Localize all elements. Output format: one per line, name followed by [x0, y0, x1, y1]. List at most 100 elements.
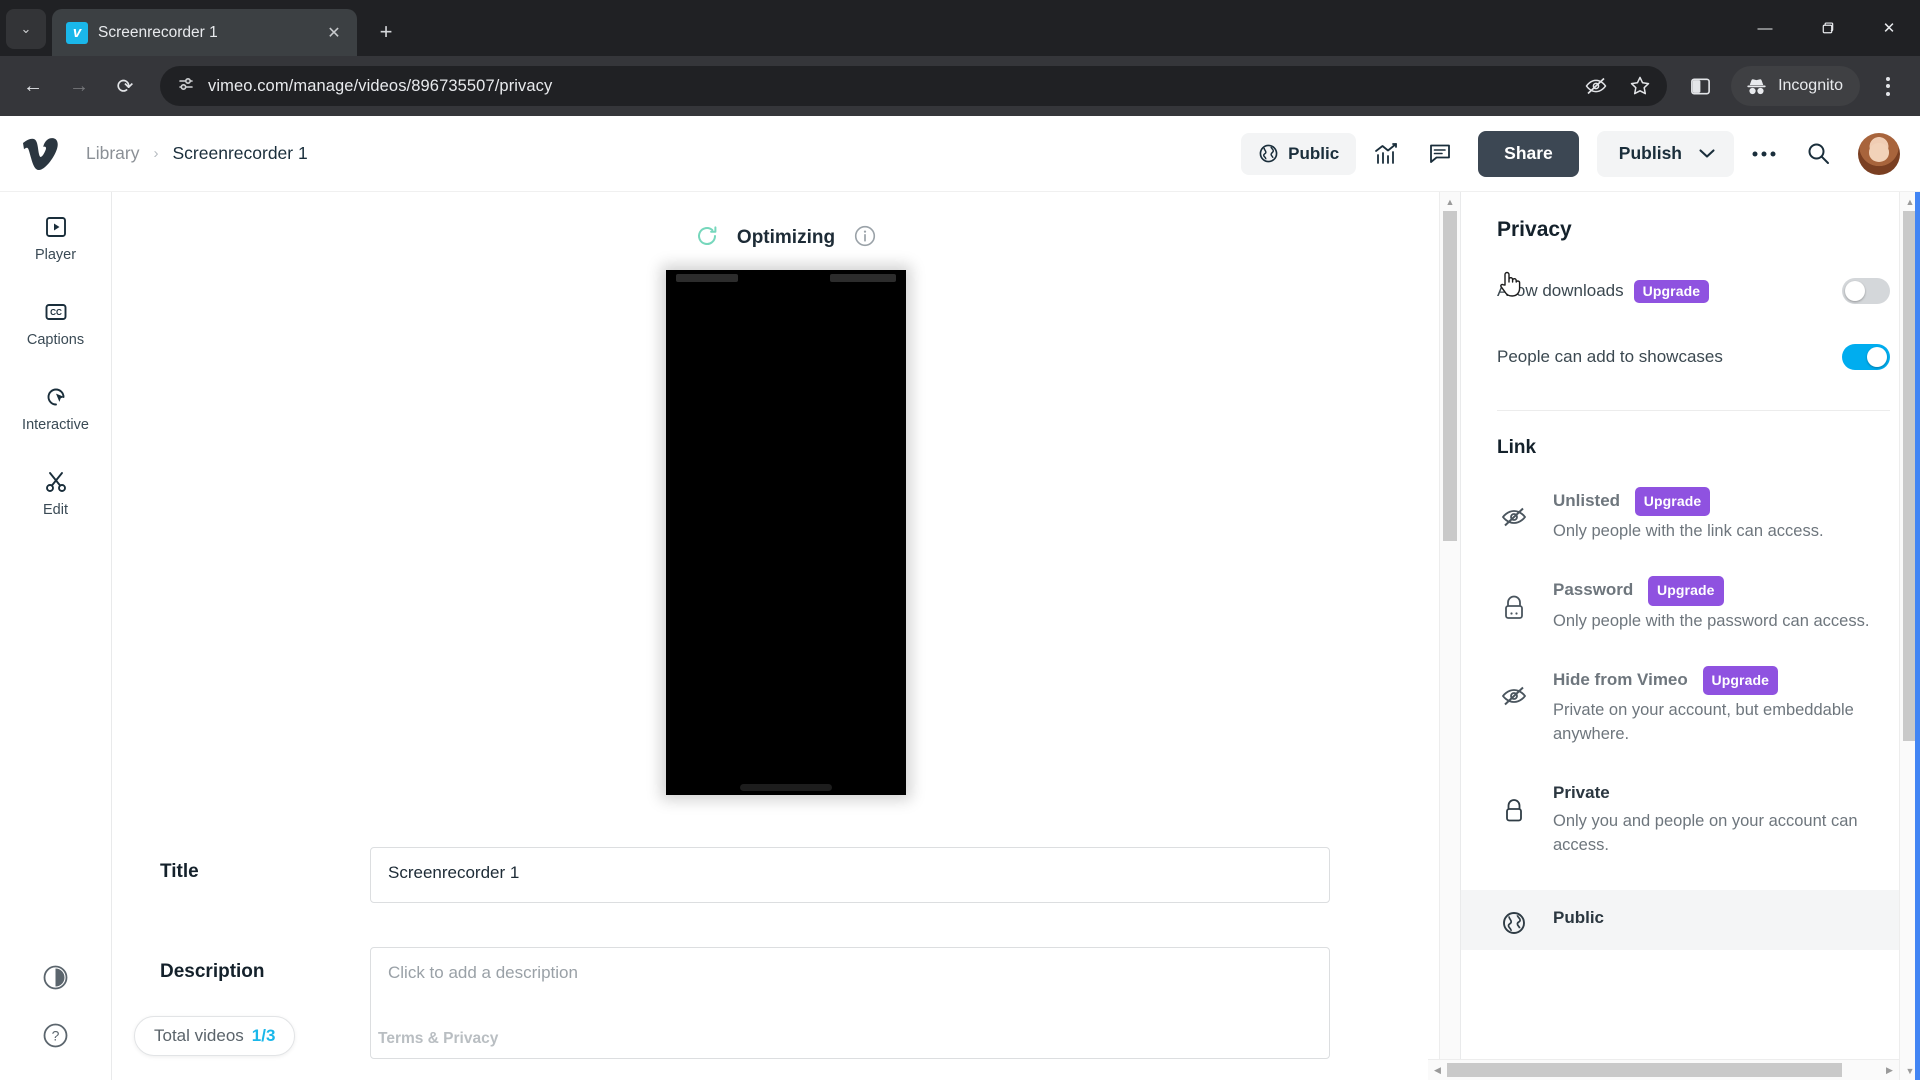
header-actions: Public Share Publish — [1241, 130, 1900, 177]
help-button[interactable]: ? — [42, 1022, 69, 1054]
main-scrollbar-vertical[interactable]: ▲ ▼ — [1439, 192, 1460, 1080]
sidebar-item-player[interactable]: Player — [0, 214, 111, 263]
privacy-option-unlisted[interactable]: Unlisted Upgrade Only people with the li… — [1497, 487, 1890, 544]
comment-icon — [1430, 144, 1451, 163]
avatar[interactable] — [1858, 132, 1900, 175]
showcases-toggle[interactable] — [1842, 344, 1890, 370]
upgrade-badge[interactable]: Upgrade — [1648, 576, 1724, 606]
option-name: Public — [1553, 907, 1605, 927]
scroll-right-arrow-icon[interactable]: ▶ — [1880, 1060, 1899, 1080]
main-scrollbar-track[interactable] — [1440, 211, 1460, 1061]
privacy-status-badge[interactable]: Public — [1241, 132, 1357, 175]
window-maximize-button[interactable] — [1796, 0, 1858, 56]
statusbar-right-blob — [830, 274, 896, 282]
player-icon — [45, 217, 66, 237]
browser-window: ⌄ v Screenrecorder 1 ✕ + — ✕ ← → ⟳ vimeo… — [0, 0, 1920, 1080]
sidebar-item-captions[interactable]: CC Captions — [0, 299, 111, 348]
back-button[interactable]: ← — [12, 65, 54, 107]
privacy-option-password[interactable]: Password Upgrade Only people with the pa… — [1497, 576, 1890, 633]
window-minimize-button[interactable]: — — [1734, 0, 1796, 56]
incognito-label: Incognito — [1778, 77, 1843, 94]
tracking-protection-icon[interactable] — [1577, 67, 1615, 105]
allow-downloads-toggle[interactable] — [1842, 278, 1890, 304]
contrast-icon — [43, 965, 68, 990]
scroll-up-arrow-icon[interactable]: ▲ — [1906, 192, 1915, 211]
main-scrollbar-thumb[interactable] — [1443, 211, 1457, 541]
breadcrumb-current: Screenrecorder 1 — [172, 143, 308, 163]
sidebar-item-label: Captions — [26, 332, 85, 348]
comments-button[interactable] — [1416, 132, 1464, 176]
tab-strip: ⌄ v Screenrecorder 1 ✕ + — ✕ — [0, 0, 1920, 56]
rail-bottom-actions: ? — [0, 964, 111, 1054]
breadcrumb: Library › Screenrecorder 1 — [86, 143, 308, 164]
option-description: Only people with the link can access. — [1553, 522, 1824, 541]
vimeo-logo[interactable] — [18, 137, 64, 171]
page-hscrollbar-thumb[interactable] — [1447, 1063, 1842, 1077]
toggle-knob — [1845, 281, 1865, 301]
sidebar-item-edit[interactable]: Edit — [0, 469, 111, 518]
privacy-option-private[interactable]: Private Only you and people on your acco… — [1497, 779, 1890, 858]
video-frame-homebar — [740, 784, 832, 791]
incognito-indicator[interactable]: Incognito — [1731, 66, 1860, 106]
scroll-down-arrow-icon[interactable]: ▼ — [1906, 1061, 1915, 1080]
tab-close-icon[interactable]: ✕ — [321, 20, 347, 46]
browser-tab[interactable]: v Screenrecorder 1 ✕ — [52, 9, 357, 56]
address-bar[interactable]: vimeo.com/manage/videos/896735507/privac… — [160, 66, 1668, 106]
eye-slash-icon — [1585, 77, 1607, 95]
window-close-button[interactable]: ✕ — [1858, 0, 1920, 56]
page-scrollbar-horizontal[interactable]: ◀ ▶ — [1428, 1059, 1899, 1080]
browser-menu-button[interactable] — [1868, 66, 1908, 106]
vimeo-header: Library › Screenrecorder 1 Public Share … — [0, 116, 1920, 192]
privacy-option-hide-from-vimeo[interactable]: Hide from Vimeo Upgrade Private on your … — [1497, 665, 1890, 747]
side-panel-icon[interactable] — [1681, 67, 1719, 105]
star-icon — [1630, 76, 1650, 95]
forward-button[interactable]: → — [58, 65, 100, 107]
option-body: Private Only you and people on your acco… — [1553, 779, 1890, 858]
upgrade-badge[interactable]: Upgrade — [1702, 665, 1779, 696]
breadcrumb-separator-icon: › — [153, 145, 159, 162]
reload-button[interactable]: ⟳ — [104, 65, 146, 107]
stats-button[interactable] — [1362, 132, 1410, 176]
search-button[interactable] — [1794, 132, 1842, 176]
ellipsis-icon — [1752, 151, 1776, 156]
title-row: Title Screenrecorder 1 — [112, 847, 1460, 903]
description-input[interactable]: Click to add a description — [370, 947, 1330, 1059]
terms-privacy-link[interactable]: Terms & Privacy — [378, 1030, 498, 1048]
video-preview-wrapper — [112, 270, 1460, 795]
new-tab-button[interactable]: + — [369, 15, 403, 49]
status-info-icon[interactable] — [853, 224, 877, 253]
sidebar-item-label: Edit — [43, 502, 68, 518]
privacy-option-public[interactable]: Public — [1461, 889, 1920, 950]
video-preview[interactable] — [666, 270, 906, 795]
scroll-left-arrow-icon[interactable]: ◀ — [1428, 1060, 1447, 1080]
total-videos-badge[interactable]: Total videos 1/3 — [134, 1016, 296, 1056]
scroll-up-arrow-icon[interactable]: ▲ — [1446, 192, 1455, 211]
kebab-dot — [1886, 84, 1890, 88]
upgrade-badge[interactable]: Upgrade — [1634, 487, 1711, 517]
recording-border-indicator — [1915, 192, 1920, 1080]
site-settings-icon[interactable] — [176, 74, 196, 99]
main-scroll-area: Optimizing Title Screenrecorder 1 Descri… — [112, 192, 1460, 1080]
option-body: Hide from Vimeo Upgrade Private on your … — [1553, 665, 1890, 747]
showcases-row: People can add to showcases — [1497, 344, 1890, 370]
description-label: Description — [160, 961, 265, 982]
tab-search-button[interactable]: ⌄ — [6, 9, 46, 49]
omnibox-actions — [1577, 67, 1659, 105]
share-button[interactable]: Share — [1478, 130, 1579, 177]
total-videos-label: Total videos — [154, 1026, 244, 1045]
title-input[interactable]: Screenrecorder 1 — [370, 847, 1330, 903]
upgrade-badge[interactable]: Upgrade — [1633, 279, 1710, 303]
help-icon: ? — [43, 1023, 68, 1048]
breadcrumb-library[interactable]: Library — [86, 143, 140, 164]
sidebar-item-interactive[interactable]: Interactive — [0, 384, 111, 433]
maximize-icon — [1822, 21, 1833, 33]
bookmark-star-icon[interactable] — [1621, 67, 1659, 105]
toggle-knob — [1867, 347, 1887, 367]
more-options-button[interactable] — [1740, 132, 1788, 176]
share-button-label: Share — [1504, 143, 1553, 163]
option-head: Hide from Vimeo Upgrade — [1553, 665, 1890, 696]
chevron-down-icon — [1698, 143, 1716, 164]
publish-button[interactable]: Publish — [1596, 130, 1734, 177]
page-hscrollbar-track[interactable] — [1447, 1060, 1880, 1080]
theme-toggle-button[interactable] — [42, 964, 69, 996]
